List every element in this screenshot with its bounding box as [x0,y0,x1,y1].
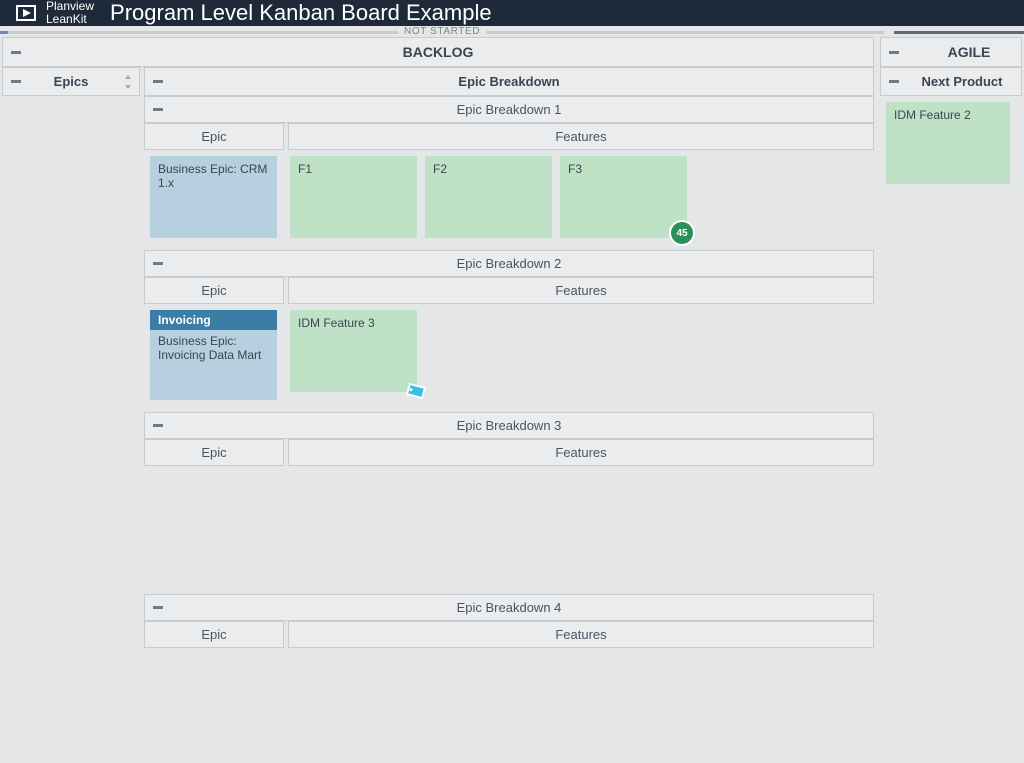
subheader-epic[interactable]: Epic [144,277,284,304]
collapse-icon[interactable] [151,105,165,115]
card-f3[interactable]: F3 45 [560,156,687,238]
section-eb1-title: Epic Breakdown 1 [457,102,562,117]
column-epics-body[interactable] [2,96,140,763]
subheader-epic[interactable]: Epic [144,621,284,648]
board-title: Program Level Kanban Board Example [110,0,492,26]
section-eb4-subheaders: Epic Features [144,621,874,648]
section-eb3-subheaders: Epic Features [144,439,874,466]
subheader-features[interactable]: Features [288,277,874,304]
section-eb3-cards[interactable] [144,466,874,588]
sort-icon[interactable] [123,75,133,89]
section-eb4: Epic Breakdown 4 Epic Features [144,594,874,763]
lane-backlog: BACKLOG Epics Epic Breakdown [2,37,874,763]
lane-backlog-columns: Epics Epic Breakdown [2,67,874,763]
subheader-features[interactable]: Features [288,439,874,466]
column-next-product-title: Next Product [900,74,1003,89]
collapse-icon[interactable] [9,47,23,57]
section-eb4-cards[interactable] [144,648,874,763]
lane-agile: AGILE Next Product IDM Feature 2 [880,37,1022,763]
section-eb2-cards[interactable]: Invoicing Business Epic: Invoicing Data … [144,304,874,406]
collapse-icon[interactable] [9,77,23,87]
subheader-features[interactable]: Features [288,621,874,648]
collapse-icon[interactable] [151,259,165,269]
brand-line2: LeanKit [46,13,94,26]
kanban-board: BACKLOG Epics Epic Breakdown [0,37,1024,763]
section-eb3: Epic Breakdown 3 Epic Features [144,412,874,588]
brand-mark-icon [14,1,38,25]
section-eb2-subheaders: Epic Features [144,277,874,304]
card-title: IDM Feature 2 [894,108,971,122]
count-badge: 45 [669,220,695,246]
section-eb1: Epic Breakdown 1 Epic Features Business … [144,96,874,244]
column-epic-breakdown-body: Epic Breakdown 1 Epic Features Business … [144,96,874,763]
status-bar-left [0,31,8,34]
column-epics: Epics [2,67,140,763]
status-bar-gray-left [8,31,398,34]
section-eb2-header[interactable]: Epic Breakdown 2 [144,250,874,277]
card-idm-feature-3[interactable]: IDM Feature 3 [290,310,417,392]
collapse-icon[interactable] [887,47,901,57]
app-root: Planview LeanKit Program Level Kanban Bo… [0,0,1024,763]
column-next-product-header[interactable]: Next Product [880,67,1022,96]
lane-backlog-header[interactable]: BACKLOG [2,37,874,67]
column-epic-breakdown-header[interactable]: Epic Breakdown [144,67,874,96]
card-business-epic-crm[interactable]: Business Epic: CRM 1.x [150,156,277,238]
brand-text: Planview LeanKit [46,0,94,25]
card-idm-feature-2[interactable]: IDM Feature 2 [886,102,1010,184]
collapse-icon[interactable] [151,603,165,613]
section-eb3-header[interactable]: Epic Breakdown 3 [144,412,874,439]
section-eb1-subheaders: Epic Features [144,123,874,150]
subheader-epic[interactable]: Epic [144,123,284,150]
tag-icon [401,376,431,406]
card-f1[interactable]: F1 [290,156,417,238]
section-eb4-header[interactable]: Epic Breakdown 4 [144,594,874,621]
column-next-product-body[interactable]: IDM Feature 2 [880,96,1022,763]
card-title: F3 [568,162,582,176]
column-epics-header[interactable]: Epics [2,67,140,96]
section-eb1-header[interactable]: Epic Breakdown 1 [144,96,874,123]
status-strip: NOT STARTED [0,26,1024,37]
top-bar: Planview LeanKit Program Level Kanban Bo… [0,0,1024,26]
status-bar-agile [894,31,1024,34]
subheader-epic[interactable]: Epic [144,439,284,466]
card-f2[interactable]: F2 [425,156,552,238]
card-title: F2 [433,162,447,176]
subheader-features[interactable]: Features [288,123,874,150]
column-epic-breakdown-title: Epic Breakdown [458,74,559,89]
column-epics-title: Epics [54,74,89,89]
status-not-started: NOT STARTED [398,26,486,37]
collapse-icon[interactable] [151,77,165,87]
status-bar-gray-right [486,31,884,34]
collapse-icon[interactable] [887,77,901,87]
card-tag: Invoicing [150,310,277,330]
column-epic-breakdown: Epic Breakdown Epic Breakdown 1 Epic Fea… [144,67,874,763]
card-title: IDM Feature 3 [298,316,375,330]
card-business-epic-invoicing[interactable]: Invoicing Business Epic: Invoicing Data … [150,310,277,400]
lane-agile-header[interactable]: AGILE [880,37,1022,67]
card-title: F1 [298,162,312,176]
brand-logo[interactable]: Planview LeanKit [14,0,94,25]
section-eb2: Epic Breakdown 2 Epic Features Invoicing [144,250,874,406]
card-title: Business Epic: CRM 1.x [158,162,267,190]
lane-backlog-title: BACKLOG [403,44,474,60]
section-eb3-title: Epic Breakdown 3 [457,418,562,433]
section-eb2-title: Epic Breakdown 2 [457,256,562,271]
card-title: Business Epic: Invoicing Data Mart [158,334,261,362]
collapse-icon[interactable] [151,421,165,431]
lane-agile-title: AGILE [912,44,991,60]
section-eb4-title: Epic Breakdown 4 [457,600,562,615]
section-eb1-cards[interactable]: Business Epic: CRM 1.x F1 F2 [144,150,874,244]
